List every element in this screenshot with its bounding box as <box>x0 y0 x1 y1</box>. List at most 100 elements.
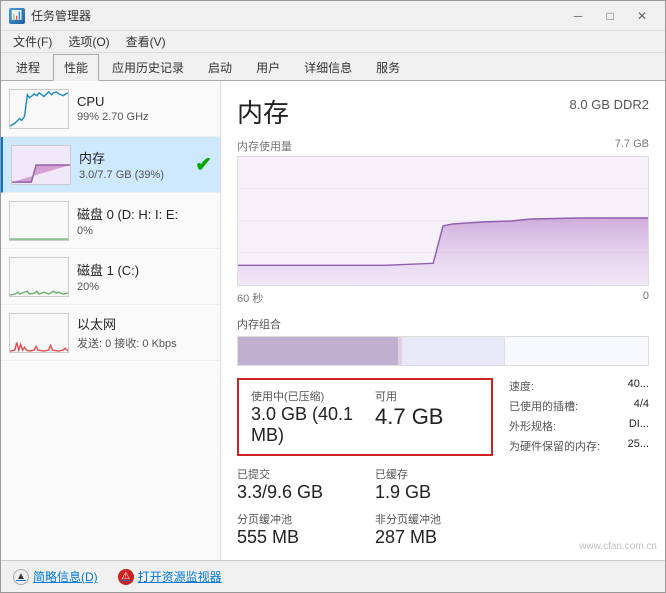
usage-max: 7.7 GB <box>615 138 649 154</box>
cpu-info: CPU 99% 2.70 GHz <box>77 94 212 123</box>
speed-label: 速度: <box>509 378 534 394</box>
reserved-value: 25... <box>628 438 649 454</box>
disk1-sublabel: 20% <box>77 281 212 293</box>
available-group: 可用 4.7 GB <box>375 388 479 446</box>
panel-header: 内存 8.0 GB DDR2 <box>237 93 649 130</box>
tab-app-history[interactable]: 应用历史记录 <box>101 54 195 80</box>
disk0-label: 磁盘 0 (D: H: I: E: <box>77 204 212 223</box>
disk1-label: 磁盘 1 (C:) <box>77 260 212 279</box>
composition-bar <box>237 336 649 366</box>
sidebar-item-disk0[interactable]: 磁盘 0 (D: H: I: E: 0% <box>1 193 220 249</box>
left-stats: 使用中(已压缩) 3.0 GB (40.1 MB) 可用 4.7 GB 已提交 … <box>237 378 493 558</box>
ethernet-label: 以太网 <box>77 314 212 333</box>
in-use-label: 使用中(已压缩) <box>251 388 355 404</box>
menu-view[interactable]: 查看(V) <box>118 31 174 52</box>
right-stats: 速度: 40... 已使用的插槽: 4/4 外形规格: DI... 为硬件保留的… <box>509 378 649 558</box>
summary-label: 简略信息(D) <box>33 568 98 585</box>
composition-label: 内存组合 <box>237 316 649 332</box>
committed-label: 已提交 <box>237 466 355 482</box>
menu-options[interactable]: 选项(O) <box>60 31 117 52</box>
disk1-info: 磁盘 1 (C:) 20% <box>77 260 212 293</box>
slots-value: 4/4 <box>634 398 649 414</box>
tabs-bar: 进程 性能 应用历史记录 启动 用户 详细信息 服务 <box>1 53 665 81</box>
bottom-bar: ▲ 简略信息(D) ⚠ 打开资源监视器 <box>1 560 665 592</box>
window-controls: ─ □ ✕ <box>563 6 657 26</box>
comp-used <box>238 337 398 365</box>
time-right: 0 <box>643 290 649 306</box>
disk0-graph <box>9 201 69 241</box>
tab-details[interactable]: 详细信息 <box>293 54 363 80</box>
paged-pool-label: 分页缓冲池 <box>237 511 355 527</box>
sidebar-item-memory[interactable]: 内存 3.0/7.7 GB (39%) ✔ <box>1 137 220 193</box>
maximize-button[interactable]: □ <box>595 6 625 26</box>
tab-processes[interactable]: 进程 <box>5 54 51 80</box>
cached-value: 1.9 GB <box>375 482 493 503</box>
menu-file[interactable]: 文件(F) <box>5 31 60 52</box>
tab-users[interactable]: 用户 <box>245 54 291 80</box>
nonpaged-pool-value: 287 MB <box>375 527 493 548</box>
panel-type: 8.0 GB DDR2 <box>570 97 649 112</box>
memory-checkmark: ✔ <box>195 152 212 177</box>
nonpaged-pool-label: 非分页缓冲池 <box>375 511 493 527</box>
monitor-link[interactable]: ⚠ 打开资源监视器 <box>118 568 222 585</box>
app-icon: 📊 <box>9 8 25 24</box>
form-label: 外形规格: <box>509 418 556 434</box>
main-window: 📊 任务管理器 ─ □ ✕ 文件(F) 选项(O) 查看(V) 进程 性能 应用… <box>0 0 666 593</box>
speed-value: 40... <box>628 378 649 394</box>
sidebar-item-ethernet[interactable]: 以太网 发送: 0 接收: 0 Kbps <box>1 305 220 361</box>
available-label: 可用 <box>375 388 479 404</box>
tab-performance[interactable]: 性能 <box>53 54 99 81</box>
reserved-label: 为硬件保留的内存: <box>509 438 600 454</box>
memory-graph <box>11 145 71 185</box>
disk1-graph <box>9 257 69 297</box>
sidebar: CPU 99% 2.70 GHz 内存 3.0/7.7 GB (39%) ✔ <box>1 81 221 560</box>
memory-chart <box>237 156 649 286</box>
ethernet-info: 以太网 发送: 0 接收: 0 Kbps <box>77 314 212 351</box>
memory-sublabel: 3.0/7.7 GB (39%) <box>79 169 191 181</box>
reserved-row: 为硬件保留的内存: 25... <box>509 438 649 454</box>
time-labels: 60 秒 0 <box>237 290 649 306</box>
minimize-button[interactable]: ─ <box>563 6 593 26</box>
close-button[interactable]: ✕ <box>627 6 657 26</box>
time-left: 60 秒 <box>237 290 263 306</box>
memory-info: 内存 3.0/7.7 GB (39%) <box>79 148 191 181</box>
menu-bar: 文件(F) 选项(O) 查看(V) <box>1 31 665 53</box>
ethernet-sublabel: 发送: 0 接收: 0 Kbps <box>77 335 212 351</box>
slots-row: 已使用的插槽: 4/4 <box>509 398 649 414</box>
comp-free <box>504 337 648 365</box>
cpu-sublabel: 99% 2.70 GHz <box>77 111 212 123</box>
watermark: www.cfan.com.cn <box>579 541 657 552</box>
cpu-graph <box>9 89 69 129</box>
form-value: DI... <box>629 418 649 434</box>
in-use-value: 3.0 GB (40.1 MB) <box>251 404 355 446</box>
comp-standby <box>402 337 505 365</box>
paged-pool-group: 分页缓冲池 555 MB <box>237 511 355 548</box>
speed-row: 速度: 40... <box>509 378 649 394</box>
main-content: CPU 99% 2.70 GHz 内存 3.0/7.7 GB (39%) ✔ <box>1 81 665 560</box>
chart-label-row: 内存使用量 7.7 GB <box>237 138 649 154</box>
summary-link[interactable]: ▲ 简略信息(D) <box>13 568 98 585</box>
in-use-group: 使用中(已压缩) 3.0 GB (40.1 MB) <box>251 388 355 446</box>
extra-stats: 已提交 3.3/9.6 GB 已缓存 1.9 GB 分页缓冲池 555 MB <box>237 466 493 548</box>
monitor-label: 打开资源监视器 <box>138 568 222 585</box>
tab-startup[interactable]: 启动 <box>197 54 243 80</box>
disk0-sublabel: 0% <box>77 225 212 237</box>
panel-title-group: 内存 <box>237 93 289 130</box>
nonpaged-pool-group: 非分页缓冲池 287 MB <box>375 511 493 548</box>
stats-area: 使用中(已压缩) 3.0 GB (40.1 MB) 可用 4.7 GB 已提交 … <box>237 378 649 558</box>
summary-icon: ▲ <box>13 569 29 585</box>
memory-label: 内存 <box>79 148 191 167</box>
cached-group: 已缓存 1.9 GB <box>375 466 493 503</box>
right-panel: 内存 8.0 GB DDR2 内存使用量 7.7 GB <box>221 81 665 560</box>
sidebar-item-disk1[interactable]: 磁盘 1 (C:) 20% <box>1 249 220 305</box>
cpu-label: CPU <box>77 94 212 109</box>
usage-label: 内存使用量 <box>237 138 292 154</box>
window-title: 任务管理器 <box>31 7 563 24</box>
network-graph <box>9 313 69 353</box>
main-stats-box: 使用中(已压缩) 3.0 GB (40.1 MB) 可用 4.7 GB <box>237 378 493 456</box>
cached-label: 已缓存 <box>375 466 493 482</box>
committed-group: 已提交 3.3/9.6 GB <box>237 466 355 503</box>
sidebar-item-cpu[interactable]: CPU 99% 2.70 GHz <box>1 81 220 137</box>
tab-services[interactable]: 服务 <box>365 54 411 80</box>
monitor-icon: ⚠ <box>118 569 134 585</box>
